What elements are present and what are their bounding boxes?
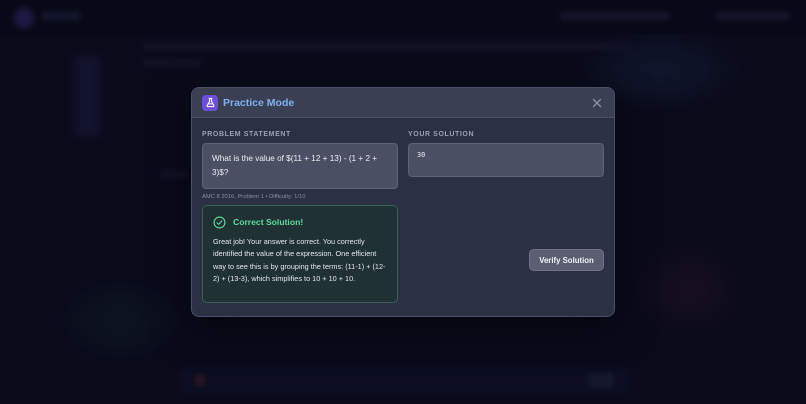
modal-title: Practice Mode (223, 96, 295, 109)
problem-statement: What is the value of $(11 + 12 + 13) - (… (202, 143, 398, 189)
result-title: Correct Solution! (233, 217, 304, 227)
close-icon[interactable] (590, 96, 604, 110)
problem-meta: AMC 8 2016, Problem 1 • Difficulty: 1/10 (202, 194, 306, 200)
result-text: Great job! Your answer is correct. You c… (213, 237, 386, 283)
flask-icon (202, 94, 218, 111)
practice-modal: Practice Mode PROBLEM STATEMENT What is … (191, 87, 615, 317)
modal-header: Practice Mode (192, 88, 614, 118)
solution-input[interactable]: 30 (408, 143, 604, 177)
result-header: Correct Solution! (213, 215, 387, 229)
problem-section-label: PROBLEM STATEMENT (202, 131, 291, 138)
result-panel: Correct Solution! Great job! Your answer… (202, 205, 398, 303)
verify-solution-button[interactable]: Verify Solution (529, 249, 604, 271)
solution-column: YOUR SOLUTION 30 Verify Solution (408, 130, 604, 271)
check-circle-icon (213, 216, 226, 228)
solution-section-label: YOUR SOLUTION (408, 131, 475, 138)
problem-column: PROBLEM STATEMENT What is the value of $… (202, 130, 398, 303)
